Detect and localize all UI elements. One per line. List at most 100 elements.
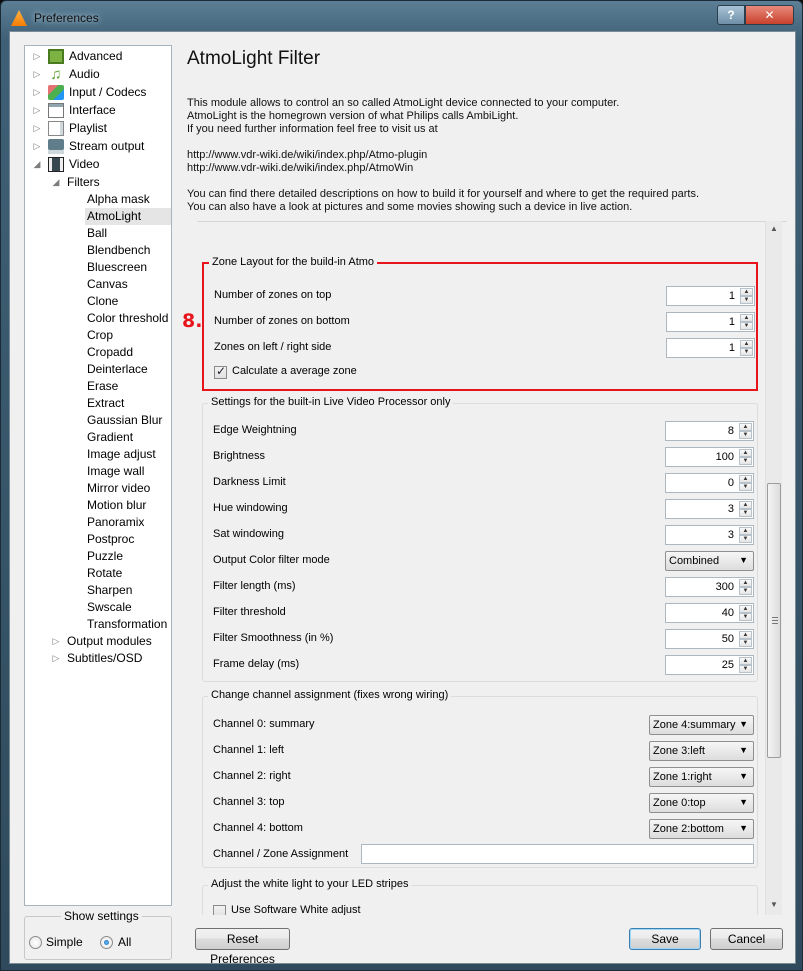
tree-item[interactable]: ▷ ♫ Audio [25, 66, 171, 83]
number-spinbox[interactable]: 1 ▲ ▼ [666, 286, 755, 306]
help-button[interactable]: ? [717, 5, 745, 25]
spinbox-value[interactable]: 100 [716, 451, 734, 463]
spin-up-icon[interactable]: ▲ [739, 423, 752, 431]
dropdown-select[interactable]: Zone 3:left ▼ [649, 741, 754, 761]
tree-item[interactable]: Cropadd [85, 344, 171, 361]
zone-assignment-input[interactable] [361, 844, 754, 864]
tree-expand-arrow-icon[interactable]: ▷ [32, 120, 42, 137]
number-spinbox[interactable]: 8 ▲ ▼ [665, 421, 754, 441]
number-spinbox[interactable]: 25 ▲ ▼ [665, 655, 754, 675]
spin-arrows[interactable]: ▲ ▼ [739, 605, 752, 621]
tree-item[interactable]: Transformation [85, 616, 171, 633]
spin-arrows[interactable]: ▲ ▼ [740, 288, 753, 304]
tree-expand-arrow-icon[interactable]: ◢ [51, 174, 61, 191]
spin-up-icon[interactable]: ▲ [739, 527, 752, 535]
tree-item[interactable]: Gaussian Blur [85, 412, 171, 429]
tree-item-selected[interactable]: AtmoLight [85, 208, 171, 225]
tree-item[interactable]: Crop [85, 327, 171, 344]
spin-up-icon[interactable]: ▲ [740, 314, 753, 322]
tree-item[interactable]: Motion blur [85, 497, 171, 514]
spin-arrows[interactable]: ▲ ▼ [739, 631, 752, 647]
spin-down-icon[interactable]: ▼ [740, 348, 753, 356]
tree-item[interactable]: ▷ Stream output [25, 138, 171, 155]
spin-down-icon[interactable]: ▼ [739, 535, 752, 543]
spin-down-icon[interactable]: ▼ [739, 457, 752, 465]
spinbox-value[interactable]: 25 [722, 659, 734, 671]
tree-item[interactable]: ▷ Input / Codecs [25, 84, 171, 101]
tree-item[interactable]: Rotate [85, 565, 171, 582]
tree-item[interactable]: Color threshold [85, 310, 171, 327]
checkbox[interactable] [213, 905, 226, 915]
spinbox-value[interactable]: 1 [729, 290, 735, 302]
spin-arrows[interactable]: ▲ ▼ [740, 314, 753, 330]
dropdown-select[interactable]: Zone 1:right ▼ [649, 767, 754, 787]
tree-item[interactable]: ▷ Subtitles/OSD [25, 650, 171, 667]
tree-item[interactable]: Alpha mask [85, 191, 171, 208]
number-spinbox[interactable]: 1 ▲ ▼ [666, 338, 755, 358]
tree-item[interactable]: Canvas [85, 276, 171, 293]
number-spinbox[interactable]: 40 ▲ ▼ [665, 603, 754, 623]
spin-down-icon[interactable]: ▼ [740, 322, 753, 330]
simple-label[interactable]: Simple [46, 935, 83, 949]
spin-up-icon[interactable]: ▲ [739, 631, 752, 639]
spin-down-icon[interactable]: ▼ [739, 509, 752, 517]
tree-item[interactable]: Swscale [85, 599, 171, 616]
spin-arrows[interactable]: ▲ ▼ [740, 340, 753, 356]
tree-item[interactable]: ▷ Advanced [25, 48, 171, 65]
spin-up-icon[interactable]: ▲ [739, 657, 752, 665]
tree-item[interactable]: Gradient [85, 429, 171, 446]
checkbox-label[interactable]: Use Software White adjust [231, 904, 361, 915]
spinbox-value[interactable]: 8 [728, 425, 734, 437]
close-button[interactable]: ✕ [745, 5, 794, 25]
spinbox-value[interactable]: 3 [728, 503, 734, 515]
scroll-down-icon[interactable]: ▼ [766, 897, 782, 913]
spin-down-icon[interactable]: ▼ [739, 639, 752, 647]
tree-item[interactable]: Ball [85, 225, 171, 242]
spin-arrows[interactable]: ▲ ▼ [739, 579, 752, 595]
tree-item[interactable]: ▷ Playlist [25, 120, 171, 137]
number-spinbox[interactable]: 50 ▲ ▼ [665, 629, 754, 649]
tree-item[interactable]: Blendbench [85, 242, 171, 259]
spin-down-icon[interactable]: ▼ [739, 483, 752, 491]
spin-up-icon[interactable]: ▲ [739, 449, 752, 457]
dropdown-select[interactable]: Combined ▼ [665, 551, 754, 571]
tree-item[interactable]: ▷ Output modules [25, 633, 171, 650]
tree-item[interactable]: Image wall [85, 463, 171, 480]
tree-item[interactable]: Erase [85, 378, 171, 395]
spin-down-icon[interactable]: ▼ [739, 613, 752, 621]
spin-up-icon[interactable]: ▲ [740, 340, 753, 348]
tree-item-filters[interactable]: ◢ Filters [25, 174, 171, 191]
vertical-scrollbar[interactable]: ▲ ▼ [765, 221, 782, 915]
tree-item[interactable]: Mirror video [85, 480, 171, 497]
number-spinbox[interactable]: 0 ▲ ▼ [665, 473, 754, 493]
tree-item[interactable]: Clone [85, 293, 171, 310]
tree-item[interactable]: Extract [85, 395, 171, 412]
tree-expand-arrow-icon[interactable]: ▷ [32, 66, 42, 83]
spinbox-value[interactable]: 300 [716, 581, 734, 593]
spin-arrows[interactable]: ▲ ▼ [739, 423, 752, 439]
number-spinbox[interactable]: 100 ▲ ▼ [665, 447, 754, 467]
settings-scroll-area[interactable]: Zone Layout for the build-in Atmo Number … [197, 221, 787, 915]
spin-arrows[interactable]: ▲ ▼ [739, 475, 752, 491]
spin-arrows[interactable]: ▲ ▼ [739, 657, 752, 673]
dropdown-select[interactable]: Zone 4:summary ▼ [649, 715, 754, 735]
scroll-up-icon[interactable]: ▲ [766, 221, 782, 237]
spinbox-value[interactable]: 1 [729, 342, 735, 354]
tree-expand-arrow-icon[interactable]: ▷ [51, 650, 61, 667]
checkbox[interactable] [214, 364, 227, 379]
category-tree[interactable]: ▷ Advanced ▷ ♫ Audio ▷ Input / Codecs ▷ Interfac… [24, 45, 172, 906]
spinbox-value[interactable]: 0 [728, 477, 734, 489]
spin-up-icon[interactable]: ▲ [739, 579, 752, 587]
reset-preferences-button[interactable]: Reset Preferences [195, 928, 290, 966]
cancel-button[interactable]: Cancel [710, 928, 783, 950]
tree-item[interactable]: ▷ Interface [25, 102, 171, 119]
spinbox-value[interactable]: 3 [728, 529, 734, 541]
save-button[interactable]: Save [629, 928, 701, 950]
spin-up-icon[interactable]: ▲ [739, 475, 752, 483]
scrollbar-thumb[interactable] [767, 483, 781, 758]
spin-down-icon[interactable]: ▼ [740, 296, 753, 304]
tree-item[interactable]: Panoramix [85, 514, 171, 531]
dropdown-select[interactable]: Zone 2:bottom ▼ [649, 819, 754, 839]
all-radio[interactable] [100, 936, 113, 949]
all-label[interactable]: All [118, 935, 131, 949]
